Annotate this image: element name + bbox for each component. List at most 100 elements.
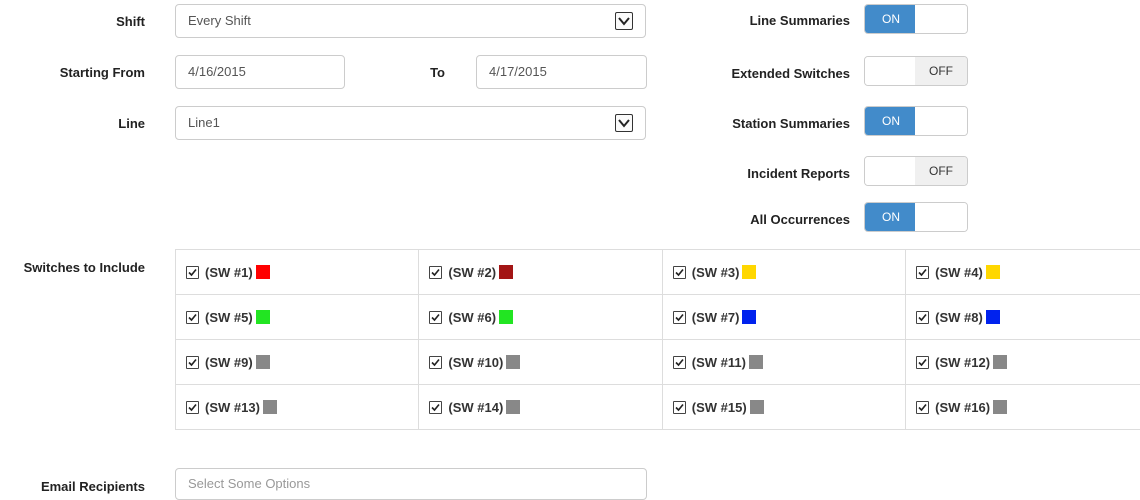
line-select[interactable]: Line1 — [175, 106, 646, 140]
toggle-station-summaries[interactable]: ON — [864, 106, 968, 136]
color-swatch — [499, 265, 514, 279]
shift-label: Shift — [116, 14, 145, 29]
switch-cell-2: (SW #2) — [419, 250, 663, 295]
switch-cell-8: (SW #8) — [906, 295, 1140, 340]
checkbox[interactable] — [186, 401, 199, 414]
starting-from-label: Starting From — [59, 65, 145, 80]
toggle-label-all-occurrences: All Occurrences — [750, 212, 850, 227]
color-swatch — [262, 400, 277, 414]
toggle-incident-reports[interactable]: OFF — [864, 156, 968, 186]
chevron-down-icon[interactable] — [615, 12, 633, 30]
color-swatch — [985, 310, 1000, 324]
switch-cell-4: (SW #4) — [906, 250, 1140, 295]
switch-label: (SW #12) — [935, 355, 991, 370]
toggle-handle — [915, 107, 967, 135]
checkbox[interactable] — [186, 356, 199, 369]
email-recipients-placeholder: Select Some Options — [188, 476, 311, 491]
switch-label: (SW #3) — [691, 265, 740, 280]
color-swatch — [748, 355, 763, 369]
switch-label: (SW #15) — [691, 400, 747, 415]
checkbox[interactable] — [672, 266, 686, 279]
switch-cell-7: (SW #7) — [662, 295, 907, 340]
switch-cell-5: (SW #5) — [176, 295, 420, 340]
checkbox[interactable] — [186, 266, 199, 279]
color-swatch — [749, 400, 764, 414]
checkbox[interactable] — [916, 266, 930, 279]
email-recipients-input[interactable]: Select Some Options — [175, 468, 647, 500]
starting-from-input[interactable]: 4/16/2015 — [175, 55, 345, 89]
switch-cell-11: (SW #11) — [662, 340, 907, 385]
toggle-off-state: OFF — [915, 57, 967, 85]
shift-select-value: Every Shift — [188, 13, 251, 28]
switch-cell-16: (SW #16) — [906, 385, 1140, 430]
toggle-on-state: ON — [865, 203, 917, 231]
switch-label: (SW #8) — [935, 310, 983, 325]
toggle-handle — [915, 5, 967, 33]
switch-label: (SW #6) — [448, 310, 497, 325]
toggle-off-state: OFF — [915, 157, 967, 185]
switches-row: (SW #1) (SW #2) (SW #3) (SW #4) — [176, 250, 1140, 295]
switch-label: (SW #7) — [691, 310, 740, 325]
switches-row: (SW #9) (SW #10) (SW #11) (SW #12) — [176, 340, 1140, 385]
color-swatch — [993, 355, 1008, 369]
toggle-handle — [915, 203, 967, 231]
color-swatch — [506, 400, 521, 414]
color-swatch — [742, 265, 757, 279]
toggle-extended-switches[interactable]: OFF — [864, 56, 968, 86]
switch-cell-13: (SW #13) — [176, 385, 420, 430]
toggle-label-extended-switches: Extended Switches — [731, 66, 850, 81]
toggle-label-incident-reports: Incident Reports — [747, 166, 850, 181]
switches-label: Switches to Include — [23, 260, 145, 275]
checkbox[interactable] — [429, 311, 443, 324]
color-swatch — [255, 310, 270, 324]
toggle-handle — [865, 157, 917, 185]
switches-row: (SW #5) (SW #6) (SW #7) (SW #8) — [176, 295, 1140, 340]
line-select-value: Line1 — [188, 115, 220, 130]
switch-label: (SW #2) — [448, 265, 497, 280]
checkbox[interactable] — [429, 266, 443, 279]
shift-select[interactable]: Every Shift — [175, 4, 646, 38]
switch-label: (SW #13) — [205, 400, 260, 415]
toggle-on-state: ON — [865, 107, 917, 135]
switch-cell-3: (SW #3) — [662, 250, 907, 295]
checkbox[interactable] — [672, 311, 686, 324]
switch-label: (SW #14) — [448, 400, 504, 415]
checkbox[interactable] — [429, 356, 443, 369]
color-swatch — [993, 400, 1008, 414]
switch-cell-14: (SW #14) — [419, 385, 663, 430]
checkbox[interactable] — [186, 311, 199, 324]
switch-label: (SW #9) — [205, 355, 253, 370]
switch-label: (SW #4) — [935, 265, 983, 280]
to-input[interactable]: 4/17/2015 — [476, 55, 647, 89]
color-swatch — [742, 310, 757, 324]
switch-cell-12: (SW #12) — [906, 340, 1140, 385]
email-recipients-label: Email Recipients — [40, 479, 145, 494]
toggle-label-station-summaries: Station Summaries — [732, 116, 850, 131]
color-swatch — [255, 355, 270, 369]
to-value: 4/17/2015 — [489, 64, 547, 79]
toggle-line-summaries[interactable]: ON — [864, 4, 968, 34]
color-swatch — [506, 355, 521, 369]
switch-label: (SW #11) — [691, 355, 746, 370]
checkbox[interactable] — [916, 311, 930, 324]
color-swatch — [499, 310, 514, 324]
checkbox[interactable] — [672, 356, 686, 369]
switch-label: (SW #5) — [205, 310, 253, 325]
color-swatch — [985, 265, 1000, 279]
to-label: To — [430, 65, 445, 80]
chevron-down-icon[interactable] — [615, 114, 633, 132]
color-swatch — [255, 265, 270, 279]
checkbox[interactable] — [916, 356, 930, 369]
switches-grid: (SW #1) (SW #2) (SW #3) (SW #4) (SW #5) … — [175, 249, 1140, 430]
switch-label: (SW #10) — [448, 355, 504, 370]
switch-cell-9: (SW #9) — [176, 340, 420, 385]
switch-label: (SW #1) — [205, 265, 253, 280]
checkbox[interactable] — [429, 401, 443, 414]
checkbox[interactable] — [916, 401, 930, 414]
switch-label: (SW #16) — [935, 400, 991, 415]
toggle-all-occurrences[interactable]: ON — [864, 202, 968, 232]
checkbox[interactable] — [672, 401, 686, 414]
toggle-on-state: ON — [865, 5, 917, 33]
switch-cell-10: (SW #10) — [419, 340, 663, 385]
toggle-label-line-summaries: Line Summaries — [749, 13, 850, 28]
